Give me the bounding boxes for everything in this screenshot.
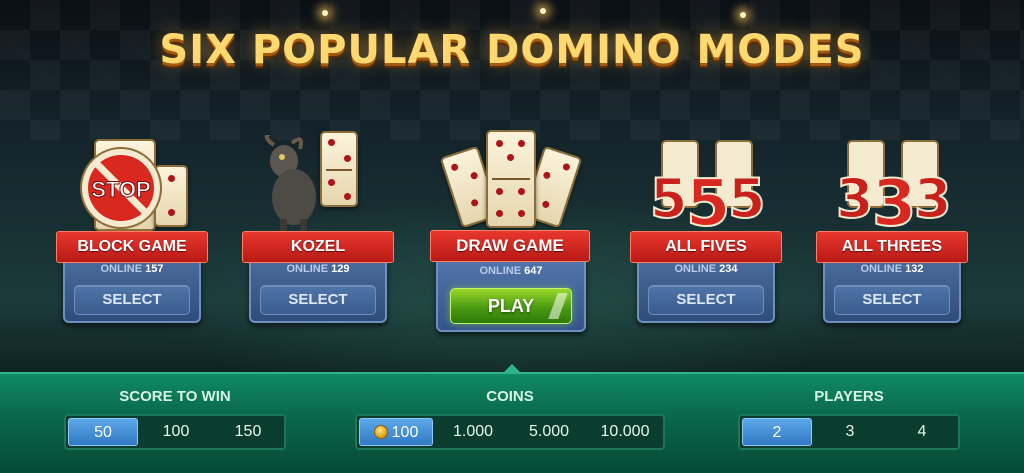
players-option-2[interactable]: 2 — [742, 418, 812, 446]
score-to-win-selector: 50 100 150 — [64, 414, 286, 450]
coins-option-10000[interactable]: 10.000 — [589, 418, 661, 446]
score-option-150[interactable]: 150 — [214, 418, 282, 446]
game-lobby: SIX POPULAR DOMINO MODES STOP BLOCK GAME… — [0, 0, 1024, 473]
mode-card-all-fives[interactable]: 5 5 5 ALL FIVES ONLINE 234 SELECT — [624, 135, 788, 335]
players-option-3[interactable]: 3 — [816, 418, 884, 446]
online-count: ONLINE 647 — [436, 265, 586, 285]
online-number: 157 — [145, 263, 164, 275]
players-label: PLAYERS — [814, 388, 884, 405]
mode-title: ALL THREES — [810, 231, 974, 263]
players-option-4[interactable]: 4 — [888, 418, 956, 446]
online-count: ONLINE 129 — [249, 263, 387, 283]
sparkle-icon — [740, 12, 746, 18]
mode-card-block-game[interactable]: STOP BLOCK GAME ONLINE 157 SELECT — [50, 135, 214, 335]
players-selector: 2 3 4 — [738, 414, 960, 450]
select-button[interactable]: SELECT — [260, 285, 376, 315]
svg-text:3: 3 — [836, 167, 874, 230]
coin-icon — [373, 425, 388, 439]
domino-fan-icon — [439, 130, 583, 232]
svg-text:5: 5 — [650, 167, 688, 230]
threes-icon: 3 3 3 — [835, 135, 953, 235]
svg-text:3: 3 — [914, 167, 952, 230]
score-to-win-label: SCORE TO WIN — [119, 388, 231, 405]
mode-title: BLOCK GAME — [50, 231, 214, 263]
sparkle-icon — [540, 8, 546, 14]
fives-icon: 5 5 5 — [649, 135, 767, 235]
online-count: ONLINE 157 — [63, 263, 201, 283]
mode-card-draw-game[interactable]: DRAW GAME ONLINE 647 PLAY — [424, 130, 596, 332]
select-button[interactable]: SELECT — [648, 285, 764, 315]
online-number: 234 — [719, 263, 738, 275]
online-number: 129 — [331, 263, 350, 275]
coins-option-5000[interactable]: 5.000 — [513, 418, 585, 446]
online-label: ONLINE — [860, 263, 903, 275]
score-option-100[interactable]: 100 — [142, 418, 210, 446]
coins-option-1000[interactable]: 1.000 — [437, 418, 509, 446]
online-label: ONLINE — [479, 265, 522, 277]
mode-card-kozel[interactable]: KOZEL ONLINE 129 SELECT — [236, 131, 400, 335]
mode-card-all-threes[interactable]: 3 3 3 ALL THREES ONLINE 132 SELECT — [810, 135, 974, 335]
play-button[interactable]: PLAY — [450, 288, 572, 324]
online-number: 647 — [524, 265, 543, 277]
svg-text:5: 5 — [686, 167, 731, 235]
svg-text:3: 3 — [872, 167, 917, 235]
mode-title: DRAW GAME — [424, 230, 596, 262]
select-button[interactable]: SELECT — [74, 285, 190, 315]
select-button[interactable]: SELECT — [834, 285, 950, 315]
online-count: ONLINE 234 — [637, 263, 775, 283]
coins-label: COINS — [486, 388, 534, 405]
panel-pointer — [503, 364, 521, 373]
stop-sign-icon: STOP — [80, 135, 190, 235]
online-count: ONLINE 132 — [823, 263, 961, 283]
score-option-50[interactable]: 50 — [68, 418, 138, 446]
online-label: ONLINE — [674, 263, 717, 275]
sparkle-icon — [322, 10, 328, 16]
mode-title: KOZEL — [236, 231, 400, 263]
svg-text:STOP: STOP — [91, 177, 151, 202]
online-label: ONLINE — [100, 263, 143, 275]
goat-icon — [264, 131, 376, 235]
coins-option-label: 100 — [391, 424, 419, 441]
coins-option-100[interactable]: 100 — [359, 418, 433, 446]
page-title: SIX POPULAR DOMINO MODES — [159, 27, 865, 73]
mode-title: ALL FIVES — [624, 231, 788, 263]
settings-panel: SCORE TO WIN 50 100 150 COINS 100 1.000 … — [0, 364, 1024, 473]
svg-text:5: 5 — [728, 167, 766, 230]
online-number: 132 — [905, 263, 924, 275]
online-label: ONLINE — [286, 263, 329, 275]
coins-selector: 100 1.000 5.000 10.000 — [355, 414, 665, 450]
